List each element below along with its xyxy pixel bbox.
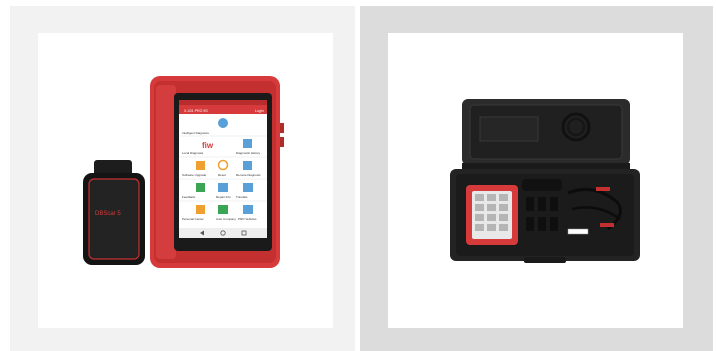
product-image-card — [388, 33, 683, 328]
feedback-icon — [196, 183, 205, 192]
battery-clamp-red-2 — [600, 223, 614, 227]
tablet-section-4: Software Upgrade — [182, 173, 207, 177]
upgrade-icon — [196, 161, 205, 170]
product-image-panel-left[interactable]: DBScar 5 X-431 PRO 5S Login Intelligent … — [10, 6, 355, 351]
tablet-title: X-431 PRO 5S — [184, 109, 208, 113]
repair-info-icon — [218, 183, 228, 192]
tablet-section-7: Feedback — [182, 195, 196, 199]
tablet-section-8: Repair Info — [216, 195, 231, 199]
battery-clamp-red — [596, 187, 610, 191]
carrying-case — [450, 99, 640, 263]
tablet-login: Login — [255, 109, 264, 113]
personal-icon — [196, 205, 205, 214]
remote-icon — [243, 161, 252, 170]
cloud-icon — [218, 118, 228, 128]
obd-dongle: DBScar 5 — [83, 160, 145, 265]
dongle-label: DBScar 5 — [95, 211, 121, 217]
tablet-section-12: PRO Vehicles — [238, 217, 257, 221]
tablet-section-3: Diagnostic History — [236, 151, 261, 155]
tablet-section-5: Reset — [218, 173, 226, 177]
tablet-kit-image: DBScar 5 X-431 PRO 5S Login Intelligent … — [83, 76, 284, 268]
case-handle — [524, 257, 566, 263]
product-image-panel-right[interactable] — [360, 6, 713, 351]
product-image-card: DBScar 5 X-431 PRO 5S Login Intelligent … — [38, 33, 333, 328]
tablet-section-2: Local Diagnosis — [182, 151, 204, 155]
tablet-section-9: Tutorials — [236, 195, 248, 199]
tablet-section-6: Remote Diagnosis — [236, 173, 261, 177]
history-icon — [243, 139, 252, 148]
tablet-section-10: Personal Center — [182, 217, 204, 221]
tablet-section-1: Intelligent Diagnosis — [182, 131, 209, 135]
tutorials-icon — [243, 183, 253, 192]
vehicles-icon — [243, 205, 253, 214]
tablet-section-11: Auto Company — [216, 217, 236, 221]
carrying-case-image — [450, 99, 640, 263]
local-diag-icon: fiw — [202, 141, 214, 150]
tablet: X-431 PRO 5S Login Intelligent Diagnosis… — [150, 76, 284, 268]
auto-company-icon — [218, 205, 228, 214]
